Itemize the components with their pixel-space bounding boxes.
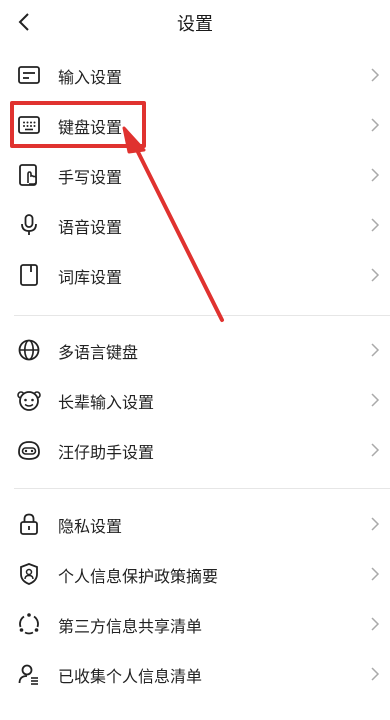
shield-user-icon [16, 561, 42, 587]
settings-item-label: 第三方信息共享清单 [58, 617, 203, 636]
chevron-right-icon [371, 517, 380, 531]
settings-item-input[interactable]: 输入设置 [0, 50, 390, 100]
settings-item-assistant[interactable]: 汪仔助手设置 [0, 425, 390, 475]
settings-item-privacy[interactable]: 隐私设置 [0, 499, 390, 549]
settings-item-label: 隐私设置 [58, 517, 123, 536]
highlight-box [10, 101, 146, 148]
settings-item-label: 多语言键盘 [58, 343, 139, 362]
elder-icon [16, 387, 42, 413]
share-circle-icon [16, 611, 42, 637]
globe-icon [16, 337, 42, 363]
settings-item-privacy-policy[interactable]: 个人信息保护政策摘要 [0, 549, 390, 599]
dictionary-icon [16, 262, 42, 288]
chevron-right-icon [371, 393, 380, 407]
settings-item-label: 汪仔助手设置 [58, 443, 155, 462]
microphone-icon [16, 212, 42, 238]
page-title: 设置 [177, 14, 213, 35]
chevron-right-icon [371, 567, 380, 581]
settings-item-label: 手写设置 [58, 168, 123, 187]
settings-item-dictionary[interactable]: 词库设置 [0, 250, 390, 300]
chevron-right-icon [371, 443, 380, 457]
section-divider [14, 488, 390, 489]
settings-item-label: 输入设置 [58, 68, 123, 87]
settings-item-collected-info[interactable]: 已收集个人信息清单 [0, 649, 390, 699]
settings-item-label: 词库设置 [58, 268, 123, 287]
lock-icon [16, 511, 42, 537]
settings-item-elder-input[interactable]: 长辈输入设置 [0, 375, 390, 425]
settings-item-label: 已收集个人信息清单 [58, 667, 203, 686]
header-bar: 设置 [0, 0, 390, 46]
chevron-right-icon [371, 68, 380, 82]
settings-item-voice[interactable]: 语音设置 [0, 200, 390, 250]
settings-item-handwriting[interactable]: 手写设置 [0, 150, 390, 200]
section-divider [14, 315, 390, 316]
settings-item-third-party-sharing[interactable]: 第三方信息共享清单 [0, 599, 390, 649]
settings-item-label: 语音设置 [58, 218, 123, 237]
chevron-right-icon [371, 168, 380, 182]
settings-item-multilingual[interactable]: 多语言键盘 [0, 325, 390, 375]
input-icon [16, 62, 42, 88]
chevron-right-icon [371, 667, 380, 681]
user-list-icon [16, 661, 42, 687]
settings-item-label: 长辈输入设置 [58, 393, 155, 412]
chevron-right-icon [371, 218, 380, 232]
assistant-icon [16, 437, 42, 463]
chevron-right-icon [371, 343, 380, 357]
chevron-right-icon [371, 268, 380, 282]
chevron-right-icon [371, 118, 380, 132]
chevron-right-icon [371, 617, 380, 631]
handwriting-icon [16, 162, 42, 188]
settings-item-label: 个人信息保护政策摘要 [58, 567, 219, 586]
